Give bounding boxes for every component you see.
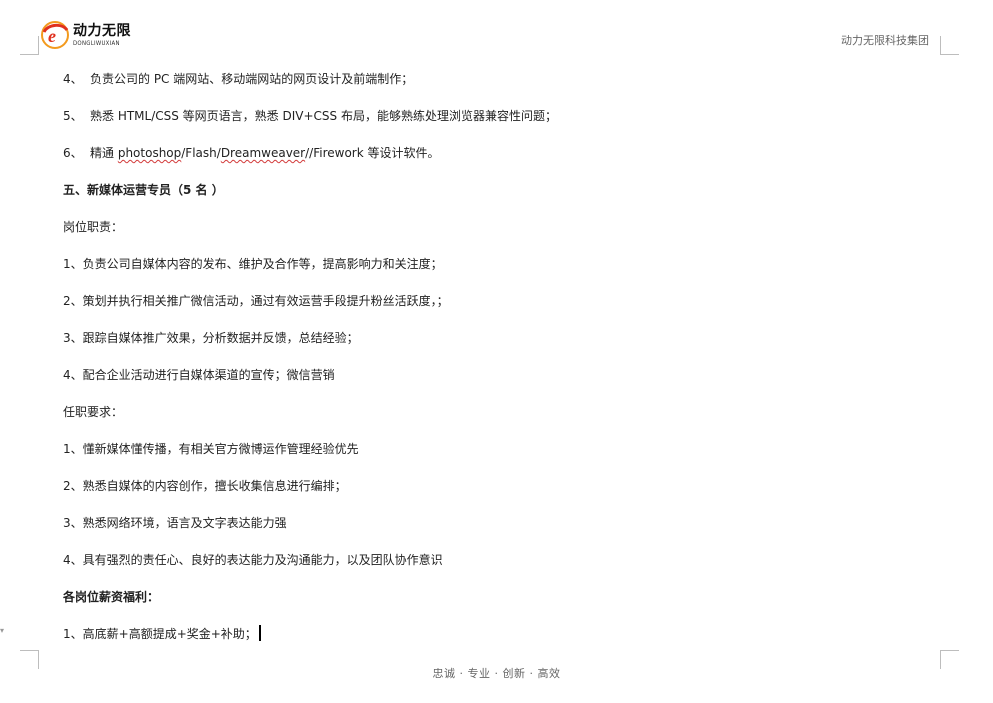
list-text: 负责公司的 PC 端网站、移动端网站的网页设计及前端制作； (90, 72, 414, 86)
benefits-heading: 各岗位薪资福利： (63, 590, 160, 604)
list-item-5: 5、 熟悉 HTML/CSS 等网页语言，熟悉 DIV+CSS 布局，能够熟练处理… (63, 107, 557, 124)
duty-item-2: 2、策划并执行相关推广微信活动，通过有效运营手段提升粉丝活跃度，； (63, 294, 449, 308)
requirement-item-1: 1、懂新媒体懂传播，有相关官方微博运作管理经验优先 (63, 442, 359, 456)
document-page: e 动力无限 DONGLIWUXIAN 动力无限科技集团 4、 负责公司的 PC … (0, 0, 993, 703)
list-item-6: 6、 精通 photoshop/Flash/Dreamweaver//Firewo… (63, 144, 439, 161)
list-text: 精通 (90, 146, 118, 160)
section-heading-new-media: 五、新媒体运营专员（5 名 ） (63, 183, 224, 197)
duty-item-4: 4、配合企业活动进行自媒体渠道的宣传；微信营销 (63, 368, 335, 382)
requirements-heading: 任职要求： (63, 405, 124, 419)
misspelled-word[interactable]: Dreamweaver (221, 146, 305, 160)
benefit-text: 1、高底薪+高额提成+奖金+补助； (63, 627, 257, 641)
header-company-name: 动力无限科技集团 (841, 34, 929, 47)
benefit-item-1: 1、高底薪+高额提成+奖金+补助； (63, 625, 261, 642)
crop-mark-top-right (940, 36, 959, 55)
margin-marker-icon: ▾ (0, 626, 5, 635)
footer-slogan: 忠诚 · 专业 · 创新 · 高效 (432, 667, 561, 680)
duty-item-3: 3、跟踪自媒体推广效果，分析数据并反馈，总结经验； (63, 331, 359, 345)
list-number: 5、 (63, 109, 83, 123)
requirement-item-3: 3、熟悉网络环境，语言及文字表达能力强 (63, 516, 287, 530)
logo-e-icon: e (41, 21, 69, 49)
list-number: 4、 (63, 72, 83, 86)
svg-text:e: e (48, 26, 56, 46)
misspelled-word[interactable]: photoshop (118, 146, 181, 160)
company-logo: e 动力无限 DONGLIWUXIAN (40, 20, 131, 50)
requirement-item-4: 4、具有强烈的责任心、良好的表达能力及沟通能力，以及团队协作意识 (63, 553, 443, 567)
requirement-item-2: 2、熟悉自媒体的内容创作，擅长收集信息进行编排； (63, 479, 347, 493)
list-text: 熟悉 HTML/CSS 等网页语言，熟悉 DIV+CSS 布局，能够熟练处理浏览… (90, 109, 557, 123)
list-text: /Flash/ (181, 146, 221, 160)
logo-chinese-name: 动力无限 (73, 22, 131, 39)
crop-mark-top-left (20, 36, 39, 55)
duty-heading: 岗位职责： (63, 220, 124, 234)
text-cursor (258, 625, 261, 641)
list-number: 6、 (63, 146, 83, 160)
duty-item-1: 1、负责公司自媒体内容的发布、维护及合作等，提高影响力和关注度； (63, 257, 443, 271)
list-text: //Firework 等设计软件。 (305, 146, 440, 160)
list-item-4: 4、 负责公司的 PC 端网站、移动端网站的网页设计及前端制作； (63, 70, 413, 87)
logo-pinyin-name: DONGLIWUXIAN (73, 39, 120, 47)
